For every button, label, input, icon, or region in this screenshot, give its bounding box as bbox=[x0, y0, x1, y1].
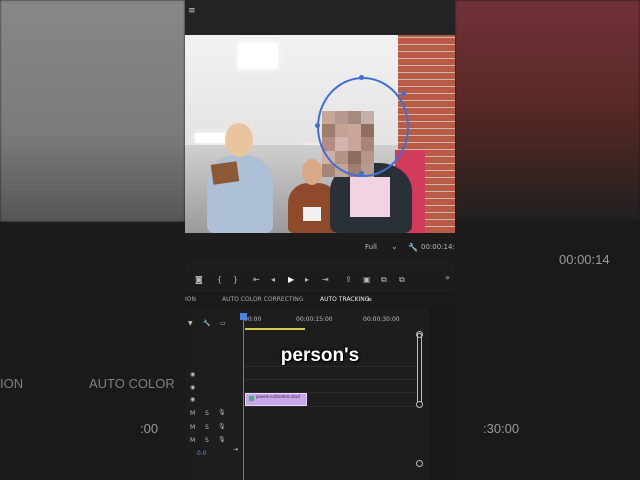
solo-toggle[interactable]: S bbox=[205, 437, 209, 444]
solo-toggle[interactable]: S bbox=[205, 410, 209, 417]
play-icon[interactable]: ▶ bbox=[288, 275, 294, 284]
monitor-header: ≡ bbox=[185, 0, 455, 36]
ruler-label: 00:00:15:00 bbox=[296, 316, 333, 323]
panel-tabs: ION AUTO COLOR CORRECTING AUTO TRACKING … bbox=[185, 292, 455, 309]
go-to-end-icon[interactable]: ⇥ bbox=[233, 446, 238, 453]
person-woman-head bbox=[225, 123, 253, 157]
step-forward-icon[interactable]: ▸ bbox=[305, 275, 309, 284]
background-ui-right bbox=[455, 222, 640, 480]
microphone-icon[interactable]: 🎙 bbox=[218, 436, 226, 443]
track-divider bbox=[243, 379, 417, 380]
book bbox=[210, 161, 240, 185]
video-clip[interactable]: pexels-cottonbro-stud bbox=[245, 393, 307, 406]
zoom-chevron-icon[interactable]: ⌄ bbox=[391, 242, 398, 251]
caption-icon[interactable]: ▭ bbox=[220, 320, 226, 327]
camera-icon[interactable]: ◙ bbox=[195, 275, 203, 284]
microphone-icon[interactable]: 🎙 bbox=[218, 423, 226, 430]
go-to-in-icon[interactable]: ⇤ bbox=[253, 275, 260, 284]
shirt bbox=[350, 177, 390, 217]
timecode-display[interactable]: 00:00:14:0 bbox=[421, 243, 455, 251]
mask-vertex-handle[interactable] bbox=[401, 91, 406, 96]
export-icon[interactable]: ⇪ bbox=[345, 275, 352, 284]
go-to-out-icon[interactable]: ⇥ bbox=[322, 275, 329, 284]
monitor-controls-bar: Full ⌄ 🔧 00:00:14:0 bbox=[185, 233, 455, 261]
tab-auto-color-correcting[interactable]: AUTO COLOR CORRECTING bbox=[222, 296, 303, 303]
background-timecode: :00 bbox=[140, 421, 159, 436]
tab-edition[interactable]: ION bbox=[185, 296, 196, 303]
lift-icon[interactable]: ⧉ bbox=[381, 275, 387, 285]
more-icon[interactable]: » bbox=[445, 273, 450, 282]
tab-auto-tracking[interactable]: AUTO TRACKING bbox=[320, 296, 369, 303]
video-caption: person's bbox=[280, 345, 360, 366]
mute-toggle[interactable]: M bbox=[190, 424, 195, 431]
background-blur-right: 00:00:14 :30:00 bbox=[455, 0, 640, 480]
playhead[interactable] bbox=[243, 318, 244, 480]
solo-toggle[interactable]: S bbox=[205, 424, 209, 431]
eye-icon[interactable]: ◉ bbox=[190, 384, 195, 391]
fx-icon bbox=[249, 396, 254, 401]
premiere-window: ≡ Full ⌄ 🔧 00:00:14:0 bbox=[185, 0, 455, 480]
background-tab-label: ION bbox=[0, 376, 24, 391]
step-back-icon[interactable]: ◂ bbox=[271, 275, 275, 284]
right-side-panel bbox=[429, 308, 455, 480]
scrollbar-knob[interactable] bbox=[416, 401, 423, 408]
timeline-panel: 00:00 00:00:15:00 00:00:30:00 ▼ 🔧 ▭ ◉ ◉ … bbox=[185, 308, 455, 480]
ruler-label: 00:00:30:00 bbox=[363, 316, 400, 323]
background-scene-right bbox=[455, 0, 640, 222]
work-area-bar[interactable] bbox=[245, 328, 305, 330]
background-scene-left bbox=[0, 0, 185, 222]
mask-vertex-handle[interactable] bbox=[315, 123, 320, 128]
hamburger-icon[interactable]: ≡ bbox=[188, 6, 196, 16]
mute-toggle[interactable]: M bbox=[190, 410, 195, 417]
person-man-head bbox=[302, 159, 322, 185]
background-timecode-bottom-right: :30:00 bbox=[483, 421, 520, 436]
playhead-handle[interactable] bbox=[240, 313, 247, 320]
snap-icon[interactable]: ▼ bbox=[188, 320, 193, 327]
zoom-select[interactable]: Full bbox=[365, 243, 377, 251]
mark-out-icon[interactable]: } bbox=[233, 275, 238, 284]
background-tab-label-2: AUTO COLOR bbox=[89, 376, 175, 391]
paper bbox=[303, 207, 321, 221]
background-blur-left: ION :00 bbox=[0, 0, 185, 480]
tab-menu-icon[interactable]: ≡ bbox=[367, 296, 372, 303]
vertical-scrollbar[interactable] bbox=[417, 333, 422, 405]
compare-icon[interactable]: ▣ bbox=[363, 275, 371, 284]
transport-controls: ◙ { } ⇤ ◂ ▶ ▸ ⇥ ⇪ ▣ ⧉ ⧉ » bbox=[185, 271, 455, 289]
extract-icon[interactable]: ⧉ bbox=[399, 275, 405, 285]
mute-toggle[interactable]: M bbox=[190, 437, 195, 444]
audio-level[interactable]: 0.0 bbox=[197, 450, 207, 457]
eye-icon[interactable]: ◉ bbox=[190, 396, 195, 403]
mark-in-icon[interactable]: { bbox=[217, 275, 222, 284]
tracking-mask-ellipse[interactable] bbox=[317, 77, 409, 177]
microphone-icon[interactable]: 🎙 bbox=[218, 409, 226, 416]
clip-label: pexels-cottonbro-stud bbox=[256, 394, 300, 399]
scrollbar-knob[interactable] bbox=[416, 460, 423, 467]
background-ui-left bbox=[0, 222, 185, 480]
wrench-icon[interactable]: 🔧 bbox=[408, 243, 418, 252]
program-monitor-video[interactable] bbox=[185, 35, 455, 233]
ceiling-light bbox=[238, 43, 278, 69]
mask-vertex-handle[interactable] bbox=[359, 171, 364, 176]
wrench-icon[interactable]: 🔧 bbox=[203, 320, 210, 327]
track-divider bbox=[243, 406, 417, 407]
background-timecode-right: 00:00:14 bbox=[559, 252, 610, 267]
mask-vertex-handle[interactable] bbox=[359, 75, 364, 80]
eye-icon[interactable]: ◉ bbox=[190, 371, 195, 378]
